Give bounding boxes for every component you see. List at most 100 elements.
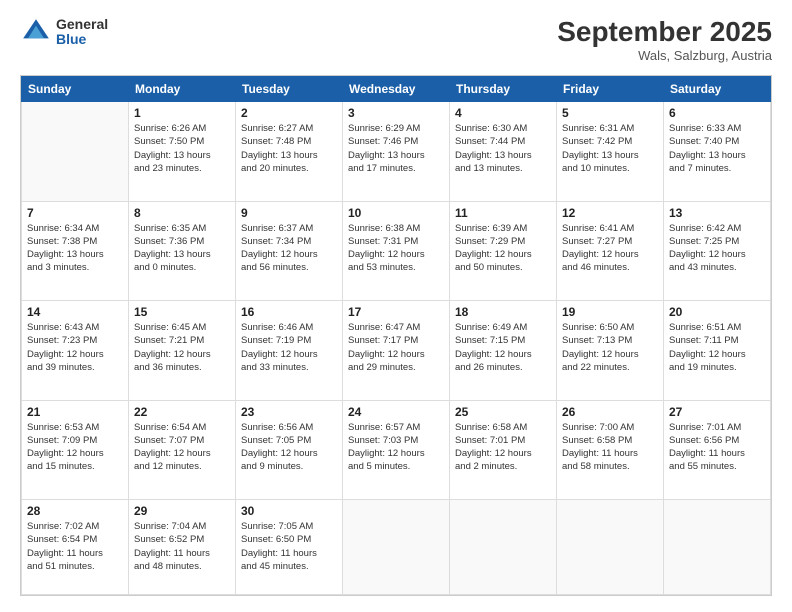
day-info: Sunrise: 7:05 AM Sunset: 6:50 PM Dayligh… — [241, 520, 337, 573]
day-cell: 12 Sunrise: 6:41 AM Sunset: 7:27 PM Dayli… — [557, 201, 664, 301]
day-info: Sunrise: 6:45 AM Sunset: 7:21 PM Dayligh… — [134, 321, 230, 374]
day-info: Sunrise: 6:29 AM Sunset: 7:46 PM Dayligh… — [348, 122, 444, 175]
header-cell-tuesday: Tuesday — [236, 77, 343, 102]
day-number: 4 — [455, 106, 551, 120]
day-cell: 10Sunrise: 6:38 AM Sunset: 7:31 PM Dayli… — [343, 201, 450, 301]
day-number: 1 — [134, 106, 230, 120]
month-title: September 2025 — [557, 16, 772, 48]
day-cell: 3 Sunrise: 6:29 AM Sunset: 7:46 PM Daylig… — [343, 102, 450, 202]
day-cell: 29 Sunrise: 7:04 AM Sunset: 6:52 PM Dayli… — [129, 500, 236, 595]
day-cell: 18 Sunrise: 6:49 AM Sunset: 7:15 PM Dayli… — [450, 301, 557, 401]
day-cell: 24Sunrise: 6:57 AM Sunset: 7:03 PM Dayli… — [343, 400, 450, 500]
header-cell-friday: Friday — [557, 77, 664, 102]
day-info: Sunrise: 6:34 AM Sunset: 7:38 PM Dayligh… — [27, 222, 123, 275]
day-number: 20 — [669, 305, 765, 319]
day-cell: 27Sunrise: 7:01 AM Sunset: 6:56 PM Dayli… — [664, 400, 771, 500]
day-cell: 20Sunrise: 6:51 AM Sunset: 7:11 PM Dayli… — [664, 301, 771, 401]
day-number: 15 — [134, 305, 230, 319]
day-info: Sunrise: 6:33 AM Sunset: 7:40 PM Dayligh… — [669, 122, 765, 175]
day-cell: 2Sunrise: 6:27 AM Sunset: 7:48 PM Daylig… — [236, 102, 343, 202]
day-cell — [343, 500, 450, 595]
day-info: Sunrise: 6:30 AM Sunset: 7:44 PM Dayligh… — [455, 122, 551, 175]
day-info: Sunrise: 6:58 AM Sunset: 7:01 PM Dayligh… — [455, 421, 551, 474]
day-number: 13 — [669, 206, 765, 220]
day-cell: 8Sunrise: 6:35 AM Sunset: 7:36 PM Daylig… — [129, 201, 236, 301]
logo-icon — [20, 16, 52, 48]
day-info: Sunrise: 6:47 AM Sunset: 7:17 PM Dayligh… — [348, 321, 444, 374]
day-cell: 26 Sunrise: 7:00 AM Sunset: 6:58 PM Dayli… — [557, 400, 664, 500]
day-cell: 14 Sunrise: 6:43 AM Sunset: 7:23 PM Dayli… — [22, 301, 129, 401]
day-number: 3 — [348, 106, 444, 120]
calendar-body: 1 Sunrise: 6:26 AM Sunset: 7:50 PM Daylig… — [22, 102, 771, 595]
calendar-header: SundayMondayTuesdayWednesdayThursdayFrid… — [22, 77, 771, 102]
day-cell: 1 Sunrise: 6:26 AM Sunset: 7:50 PM Daylig… — [129, 102, 236, 202]
day-info: Sunrise: 6:57 AM Sunset: 7:03 PM Dayligh… — [348, 421, 444, 474]
day-info: Sunrise: 6:43 AM Sunset: 7:23 PM Dayligh… — [27, 321, 123, 374]
day-number: 30 — [241, 504, 337, 518]
logo-general-text: General — [56, 17, 108, 32]
day-cell: 23Sunrise: 6:56 AM Sunset: 7:05 PM Dayli… — [236, 400, 343, 500]
day-cell: 9 Sunrise: 6:37 AM Sunset: 7:34 PM Daylig… — [236, 201, 343, 301]
day-info: Sunrise: 6:26 AM Sunset: 7:50 PM Dayligh… — [134, 122, 230, 175]
day-info: Sunrise: 6:54 AM Sunset: 7:07 PM Dayligh… — [134, 421, 230, 474]
week-row-5: 28Sunrise: 7:02 AM Sunset: 6:54 PM Dayli… — [22, 500, 771, 595]
page: General Blue September 2025 Wals, Salzbu… — [0, 0, 792, 612]
title-area: September 2025 Wals, Salzburg, Austria — [557, 16, 772, 63]
day-info: Sunrise: 7:00 AM Sunset: 6:58 PM Dayligh… — [562, 421, 658, 474]
week-row-3: 14 Sunrise: 6:43 AM Sunset: 7:23 PM Dayli… — [22, 301, 771, 401]
day-number: 19 — [562, 305, 658, 319]
day-cell: 5 Sunrise: 6:31 AM Sunset: 7:42 PM Daylig… — [557, 102, 664, 202]
day-cell: 22 Sunrise: 6:54 AM Sunset: 7:07 PM Dayli… — [129, 400, 236, 500]
day-number: 11 — [455, 206, 551, 220]
day-info: Sunrise: 6:50 AM Sunset: 7:13 PM Dayligh… — [562, 321, 658, 374]
day-info: Sunrise: 6:27 AM Sunset: 7:48 PM Dayligh… — [241, 122, 337, 175]
day-number: 23 — [241, 405, 337, 419]
day-info: Sunrise: 6:49 AM Sunset: 7:15 PM Dayligh… — [455, 321, 551, 374]
header-cell-wednesday: Wednesday — [343, 77, 450, 102]
day-number: 28 — [27, 504, 123, 518]
day-cell: 30 Sunrise: 7:05 AM Sunset: 6:50 PM Dayli… — [236, 500, 343, 595]
day-number: 12 — [562, 206, 658, 220]
day-number: 16 — [241, 305, 337, 319]
day-number: 29 — [134, 504, 230, 518]
day-info: Sunrise: 6:39 AM Sunset: 7:29 PM Dayligh… — [455, 222, 551, 275]
day-number: 26 — [562, 405, 658, 419]
day-info: Sunrise: 6:38 AM Sunset: 7:31 PM Dayligh… — [348, 222, 444, 275]
logo-text: General Blue — [56, 17, 108, 48]
day-number: 6 — [669, 106, 765, 120]
day-cell: 21Sunrise: 6:53 AM Sunset: 7:09 PM Dayli… — [22, 400, 129, 500]
day-cell: 13Sunrise: 6:42 AM Sunset: 7:25 PM Dayli… — [664, 201, 771, 301]
day-cell: 25 Sunrise: 6:58 AM Sunset: 7:01 PM Dayli… — [450, 400, 557, 500]
day-number: 22 — [134, 405, 230, 419]
day-number: 17 — [348, 305, 444, 319]
day-number: 9 — [241, 206, 337, 220]
day-info: Sunrise: 6:31 AM Sunset: 7:42 PM Dayligh… — [562, 122, 658, 175]
day-number: 25 — [455, 405, 551, 419]
calendar: SundayMondayTuesdayWednesdayThursdayFrid… — [20, 75, 772, 596]
day-cell: 6 Sunrise: 6:33 AM Sunset: 7:40 PM Daylig… — [664, 102, 771, 202]
header-cell-sunday: Sunday — [22, 77, 129, 102]
day-cell — [664, 500, 771, 595]
day-number: 14 — [27, 305, 123, 319]
day-number: 8 — [134, 206, 230, 220]
logo: General Blue — [20, 16, 108, 48]
day-number: 5 — [562, 106, 658, 120]
day-info: Sunrise: 6:41 AM Sunset: 7:27 PM Dayligh… — [562, 222, 658, 275]
week-row-4: 21Sunrise: 6:53 AM Sunset: 7:09 PM Dayli… — [22, 400, 771, 500]
day-number: 21 — [27, 405, 123, 419]
day-cell: 16Sunrise: 6:46 AM Sunset: 7:19 PM Dayli… — [236, 301, 343, 401]
header-cell-monday: Monday — [129, 77, 236, 102]
calendar-table: SundayMondayTuesdayWednesdayThursdayFrid… — [21, 76, 771, 595]
day-cell: 11 Sunrise: 6:39 AM Sunset: 7:29 PM Dayli… — [450, 201, 557, 301]
day-cell — [557, 500, 664, 595]
day-info: Sunrise: 7:01 AM Sunset: 6:56 PM Dayligh… — [669, 421, 765, 474]
header-row: SundayMondayTuesdayWednesdayThursdayFrid… — [22, 77, 771, 102]
week-row-1: 1 Sunrise: 6:26 AM Sunset: 7:50 PM Daylig… — [22, 102, 771, 202]
day-cell: 17 Sunrise: 6:47 AM Sunset: 7:17 PM Dayli… — [343, 301, 450, 401]
week-row-2: 7Sunrise: 6:34 AM Sunset: 7:38 PM Daylig… — [22, 201, 771, 301]
header: General Blue September 2025 Wals, Salzbu… — [20, 16, 772, 63]
day-info: Sunrise: 6:37 AM Sunset: 7:34 PM Dayligh… — [241, 222, 337, 275]
day-number: 18 — [455, 305, 551, 319]
day-cell: 28Sunrise: 7:02 AM Sunset: 6:54 PM Dayli… — [22, 500, 129, 595]
day-info: Sunrise: 7:04 AM Sunset: 6:52 PM Dayligh… — [134, 520, 230, 573]
